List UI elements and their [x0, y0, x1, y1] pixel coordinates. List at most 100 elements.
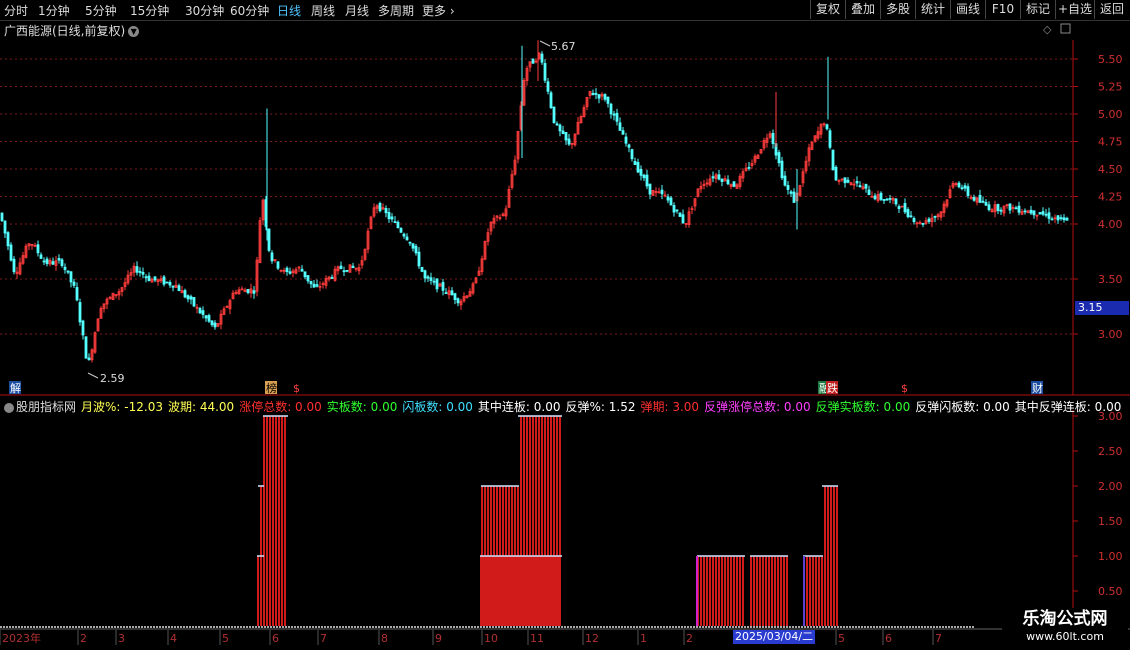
- high-pointer: [539, 40, 551, 47]
- time-axis-label: 11: [530, 632, 544, 645]
- candle-body: [960, 187, 964, 190]
- candle-body: [393, 221, 397, 223]
- candle-body: [390, 216, 394, 220]
- candle-body: [855, 181, 859, 184]
- candle-body: [603, 94, 607, 100]
- candle-body: [981, 200, 985, 203]
- indicator-bar: [257, 556, 259, 626]
- candle-body: [771, 132, 775, 144]
- indicator-bar: [736, 556, 738, 626]
- candle-body: [972, 196, 976, 201]
- indicator-dropdown-icon[interactable]: [4, 402, 14, 413]
- indicator-bar: [806, 556, 808, 626]
- candle-body: [885, 198, 889, 201]
- candle-body: [561, 130, 565, 134]
- candle-body: [435, 278, 439, 290]
- candle-body: [1014, 207, 1018, 210]
- indicator-bar: [777, 556, 779, 626]
- time-axis-label: 4: [170, 632, 177, 645]
- candle-body: [339, 265, 343, 270]
- candle-body: [384, 208, 388, 214]
- candle-body: [351, 265, 355, 268]
- indicator-bar: [540, 556, 542, 626]
- indicator-bar: [272, 416, 274, 626]
- candle-body: [51, 261, 55, 265]
- candle-body: [417, 251, 421, 267]
- candle-body: [1044, 213, 1048, 216]
- candle-body: [36, 244, 40, 254]
- indicator-bar: [836, 486, 838, 626]
- candle-body: [12, 258, 16, 273]
- indicator-item: 反弹%: 1.52: [565, 400, 636, 414]
- candle-body: [432, 280, 436, 283]
- candle-body: [615, 112, 619, 122]
- candle-body: [552, 106, 556, 123]
- low-pointer: [87, 372, 99, 379]
- indicator-item: 实板数: 0.00: [326, 400, 398, 414]
- indicator-item: 其中反弹连板: 0.00: [1014, 400, 1122, 414]
- candle-body: [147, 275, 151, 281]
- indicator-legend: 股朋指标网 月波%: -12.03 波期: 44.00 涨停总数: 0.00 实板数: …: [4, 398, 1130, 415]
- candle-body: [300, 268, 304, 272]
- candle-body: [450, 290, 454, 296]
- candle-body: [660, 189, 664, 195]
- candle-body: [189, 296, 193, 300]
- candle-body: [330, 277, 334, 279]
- indicator-bar: [537, 556, 539, 626]
- candle-body: [87, 357, 91, 361]
- time-axis-label: 3: [118, 632, 125, 645]
- candle-body: [78, 302, 82, 323]
- candle-body: [897, 206, 901, 210]
- indicator-item: 反弹闪板数: 0.00: [915, 400, 1010, 414]
- current-date-label: 2025/03/04/二: [733, 630, 816, 644]
- candle-body: [183, 290, 187, 298]
- candle-body: [894, 198, 898, 205]
- candle-body: [276, 261, 280, 269]
- candle-body: [633, 161, 637, 165]
- indicator-bar: [727, 556, 729, 626]
- time-axis-label: 8: [381, 632, 388, 645]
- indicator-bar: [733, 556, 735, 626]
- price-tick-label: 5.00: [1098, 108, 1123, 121]
- indicator-bar: [507, 556, 509, 626]
- candle-body: [672, 205, 676, 213]
- candle-body: [426, 276, 430, 279]
- candle-body: [6, 232, 10, 247]
- time-axis-label: 6: [272, 632, 279, 645]
- indicator-bar: [278, 416, 280, 626]
- indicator-bar: [263, 416, 265, 626]
- candle-body: [81, 320, 85, 336]
- candle-body: [606, 96, 610, 104]
- candle-body: [609, 103, 613, 115]
- time-axis-label: 2: [686, 632, 693, 645]
- indicator-bar: [809, 556, 811, 626]
- indicator-bar: [715, 556, 717, 626]
- candle-body: [345, 269, 349, 272]
- indicator-bar: [480, 556, 482, 626]
- indicator-bar: [555, 556, 557, 626]
- indicator-bar: [724, 556, 726, 626]
- indicator-bar: [771, 556, 773, 626]
- candle-body: [84, 336, 88, 359]
- candle-body: [207, 315, 211, 322]
- candle-body: [777, 152, 781, 164]
- indicator-bar: [827, 486, 829, 626]
- event-marker: 解: [10, 381, 21, 395]
- candle-body: [171, 285, 175, 288]
- indicator-item: 涨停总数: 0.00: [239, 400, 322, 414]
- candle-body: [543, 63, 547, 81]
- price-chart[interactable]: 5.50 5.25 5.00 4.75 4.50 4.25 4.00 3.50 3.00 ◇ 5.6…: [0, 0, 1130, 650]
- indicator-bar: [492, 556, 494, 626]
- candle-body: [834, 166, 838, 181]
- candle-body: [594, 92, 598, 95]
- candle-body: [978, 194, 982, 203]
- indicator-bar: [546, 556, 548, 626]
- candle-body: [201, 310, 205, 315]
- candle-body: [642, 174, 646, 179]
- candle-body: [342, 270, 346, 273]
- candle-body: [66, 270, 70, 273]
- indicator-bar-purple: [803, 556, 805, 626]
- candle-body: [168, 281, 172, 286]
- indicator-name[interactable]: 股朋指标网: [16, 400, 76, 414]
- indicator-bar: [489, 556, 491, 626]
